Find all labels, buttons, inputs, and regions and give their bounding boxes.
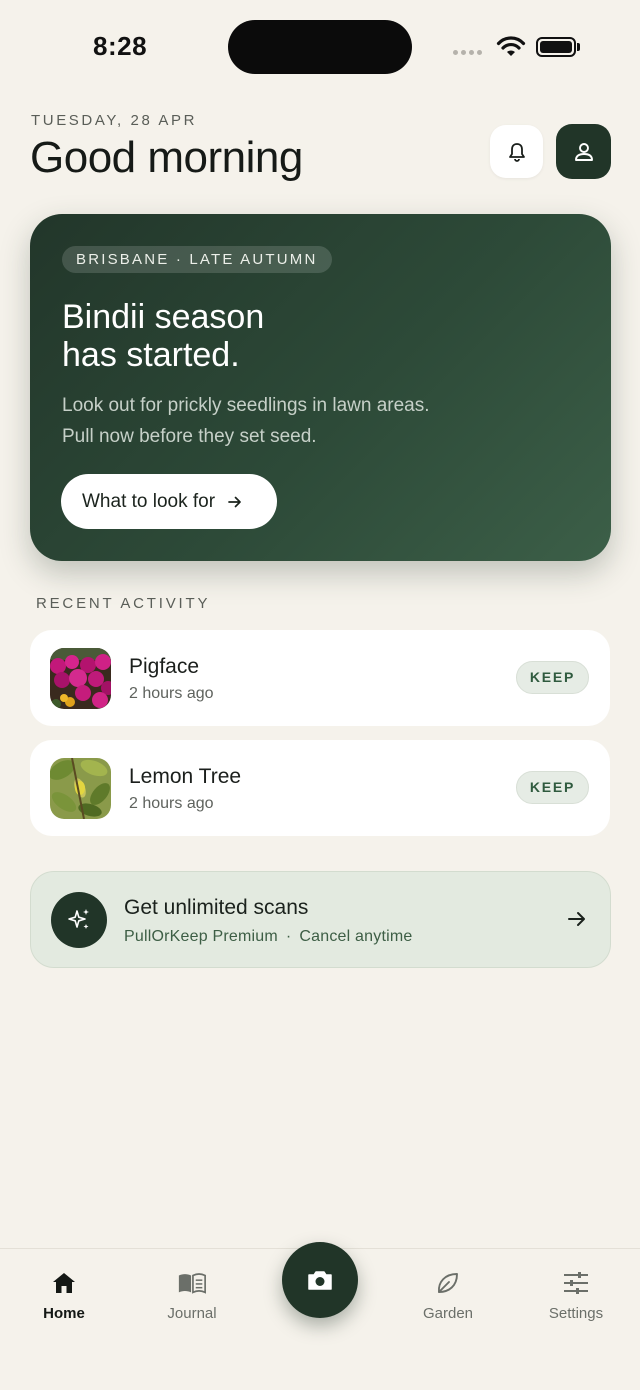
- tab-label: Settings: [548, 1305, 604, 1322]
- activity-item-time: 2 hours ago: [129, 795, 214, 812]
- status-bar: 8:28: [0, 0, 640, 95]
- status-time: 8:28: [93, 31, 148, 61]
- hero-title-line-1: Bindii season: [62, 298, 265, 336]
- activity-item-name: Pigface: [129, 655, 200, 678]
- activity-item-name: Lemon Tree: [129, 765, 242, 788]
- leaf-icon: [433, 1269, 463, 1297]
- battery-icon: [536, 37, 576, 57]
- activity-item-pigface[interactable]: Pigface 2 hours ago KEEP: [30, 630, 610, 726]
- dynamic-island: [228, 20, 412, 74]
- tab-label: Home: [43, 1305, 85, 1322]
- seasonal-alert-card: BRISBANE · LATE AUTUMN Bindii season has…: [30, 214, 611, 561]
- profile-button[interactable]: [556, 124, 611, 179]
- date-label: TUESDAY, 28 APR: [31, 112, 198, 129]
- tab-settings[interactable]: Settings: [526, 1249, 626, 1329]
- tab-journal[interactable]: Journal: [142, 1249, 242, 1329]
- location-season-tag: BRISBANE · LATE AUTUMN: [62, 246, 332, 273]
- activity-item-lemon-tree[interactable]: Lemon Tree 2 hours ago KEEP: [30, 740, 610, 836]
- wifi-icon: [496, 36, 526, 56]
- greeting-title: Good morning: [30, 133, 303, 182]
- bell-icon: [508, 142, 525, 162]
- premium-upsell-card[interactable]: Get unlimited scans PullOrKeep Premium · C…: [30, 871, 611, 968]
- notifications-button[interactable]: [490, 125, 543, 178]
- hero-title: Bindii season has started.: [62, 298, 462, 374]
- user-icon: [574, 142, 593, 161]
- pigface-thumbnail: [50, 648, 111, 709]
- battery-cap: [577, 43, 580, 51]
- premium-title: Get unlimited scans: [124, 896, 309, 919]
- premium-separator: ·: [285, 928, 292, 945]
- tab-garden[interactable]: Garden: [398, 1249, 498, 1329]
- lemon-tree-thumbnail: [50, 758, 111, 819]
- keep-verdict-badge: KEEP: [516, 661, 589, 694]
- what-to-look-for-button[interactable]: What to look for: [61, 474, 277, 529]
- premium-subtitle: PullOrKeep Premium · Cancel anytime: [124, 928, 412, 946]
- tab-label: Garden: [422, 1305, 474, 1322]
- hero-title-line-2: has started.: [62, 336, 240, 374]
- keep-verdict-badge: KEEP: [516, 771, 589, 804]
- tab-home[interactable]: Home: [14, 1249, 114, 1329]
- premium-product-name: PullOrKeep Premium: [124, 928, 278, 945]
- camera-icon: [308, 1271, 332, 1290]
- home-icon: [49, 1269, 79, 1297]
- tab-label: Journal: [167, 1305, 217, 1322]
- premium-cancel-note: Cancel anytime: [299, 928, 413, 945]
- hero-description: Look out for prickly seedlings in lawn a…: [62, 395, 430, 447]
- recent-activity-heading: RECENT ACTIVITY: [36, 595, 211, 612]
- sliders-icon: [561, 1269, 591, 1297]
- arrow-right-icon: [568, 912, 585, 926]
- what-to-look-for-label: What to look for: [82, 490, 216, 512]
- cellular-signal-icon: [453, 50, 482, 55]
- activity-item-time: 2 hours ago: [129, 685, 214, 702]
- arrow-right-icon: [228, 496, 241, 507]
- book-icon: [177, 1269, 207, 1297]
- sparkles-icon: [51, 892, 107, 948]
- scan-camera-button[interactable]: [282, 1242, 358, 1318]
